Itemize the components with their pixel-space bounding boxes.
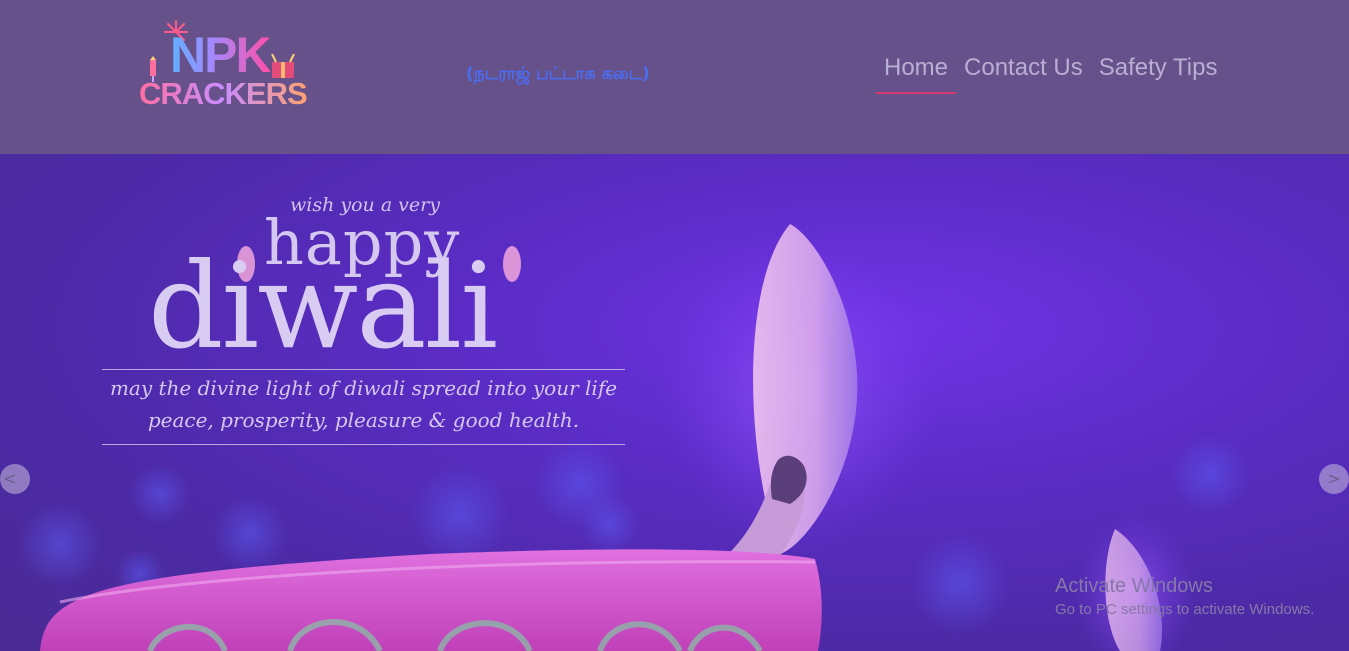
gift-box-icon: [271, 54, 295, 78]
greeting-diwali-text: diwali: [148, 237, 498, 375]
activate-windows-watermark: Activate Windows Go to PC settings to ac…: [1055, 575, 1314, 618]
npk-crackers-logo[interactable]: NPK CRACKERS: [136, 18, 308, 114]
nav-safety-tips[interactable]: Safety Tips: [1091, 52, 1226, 94]
logo-crackers-text: CRACKERS: [139, 76, 308, 111]
nav-contact-us[interactable]: Contact Us: [956, 52, 1091, 94]
carousel-prev-button[interactable]: <: [0, 464, 30, 494]
nav-home[interactable]: Home: [876, 52, 957, 94]
greeting-message-line1: may the divine light of diwali spread in…: [109, 376, 618, 400]
activate-windows-subtitle: Go to PC settings to activate Windows.: [1055, 601, 1315, 618]
divider-top: [102, 369, 625, 370]
shop-name-tamil: (நடராஜ் பட்டாசு கடை): [466, 64, 650, 84]
activate-windows-title: Activate Windows: [1055, 575, 1213, 597]
hero-carousel: wish you a very happy diwali may the div…: [0, 154, 1349, 651]
greeting-message-line2: peace, prosperity, pleasure & good healt…: [147, 408, 580, 432]
divider-bottom: [102, 444, 625, 445]
carousel-next-button[interactable]: >: [1319, 464, 1349, 494]
site-header: NPK CRACKERS (நடராஜ் பட்டாசு கடை) Home C…: [0, 0, 1349, 154]
main-nav: Home Contact Us Safety Tips: [876, 52, 1225, 96]
